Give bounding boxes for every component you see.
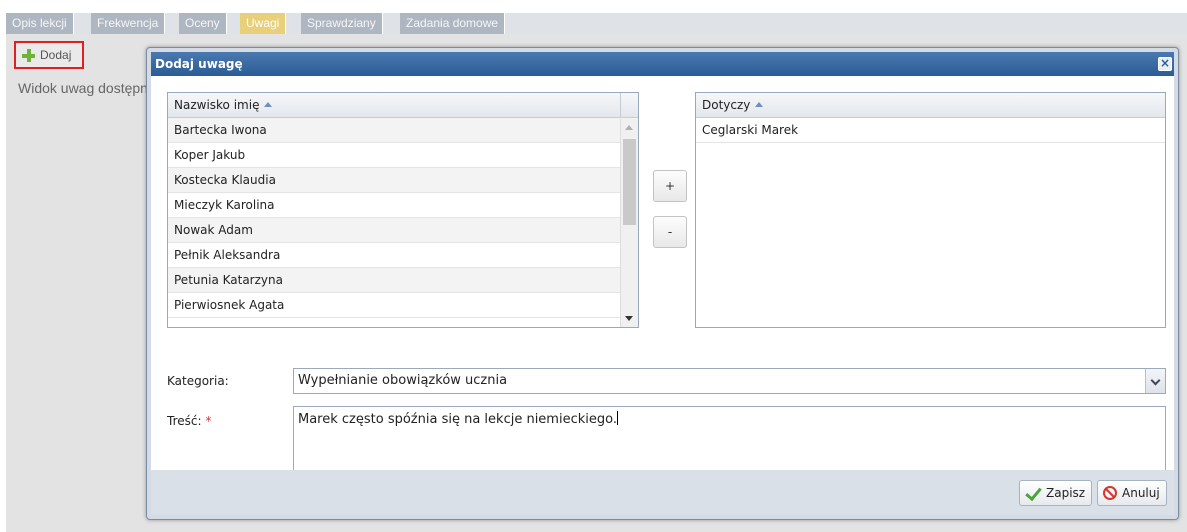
student-row[interactable]: Kostecka Klaudia [168, 168, 638, 193]
dialog-title: Dodaj uwagę [155, 57, 243, 71]
students-grid-header[interactable]: Nazwisko imię [168, 93, 638, 118]
selected-list: Ceglarski Marek [696, 118, 1165, 143]
save-button[interactable]: Zapisz [1019, 480, 1093, 506]
tab-zadania-domowe[interactable]: Zadania domowe [400, 13, 506, 34]
students-header-label: Nazwisko imię [174, 98, 260, 112]
tab-frekwencja[interactable]: Frekwencja [91, 13, 166, 34]
cancel-icon [1103, 486, 1117, 500]
tab-oceny[interactable]: Oceny [179, 13, 227, 34]
dialog-body: Nazwisko imię Bartecka Iwona Koper Jakub… [151, 76, 1174, 488]
students-scrollbar[interactable] [620, 119, 638, 327]
add-note-button[interactable]: Dodaj [14, 41, 84, 69]
content-label: Treść: * [167, 414, 211, 428]
tab-sprawdziany[interactable]: Sprawdziany [301, 13, 383, 34]
notes-view-info: Widok uwag dostępny [18, 80, 148, 96]
sort-asc-icon [755, 102, 764, 107]
student-row[interactable]: Petunia Katarzyna [168, 268, 638, 293]
chevron-down-icon[interactable] [1145, 369, 1165, 393]
category-value: Wypełnianie obowiązków ucznia [298, 373, 508, 388]
student-row[interactable]: Pierwiosnek Agata [168, 293, 638, 318]
plus-icon [22, 48, 35, 62]
student-row[interactable]: Nowak Adam [168, 218, 638, 243]
tab-opis-lekcji[interactable]: Opis lekcji [6, 13, 74, 34]
cancel-button[interactable]: Anuluj [1097, 480, 1167, 506]
student-row[interactable]: Bartecka Iwona [168, 118, 638, 143]
tab-uwagi[interactable]: Uwagi [240, 13, 287, 34]
close-icon[interactable]: × [1158, 57, 1172, 71]
save-label: Zapisz [1046, 486, 1086, 500]
selected-grid-header[interactable]: Dotyczy [696, 93, 1165, 118]
scroll-up-icon[interactable] [625, 125, 633, 130]
category-label: Kategoria: [167, 374, 229, 388]
selected-header-label: Dotyczy [702, 98, 751, 112]
dialog-header: Dodaj uwagę × [151, 52, 1174, 76]
sort-asc-icon [264, 102, 273, 107]
add-note-label: Dodaj [40, 48, 72, 62]
selected-students-grid: Dotyczy Ceglarski Marek [695, 92, 1166, 328]
content-text: Marek często spóźnia się na lekcje niemi… [298, 412, 617, 427]
content-label-text: Treść: [167, 414, 202, 428]
checkmark-icon [1025, 486, 1041, 500]
student-row[interactable]: Pełnik Aleksandra [168, 243, 638, 268]
scroll-down-icon[interactable] [625, 316, 633, 321]
category-select[interactable]: Wypełnianie obowiązków ucznia [293, 368, 1166, 394]
text-caret [616, 411, 618, 425]
student-row[interactable]: Koper Jakub [168, 143, 638, 168]
scroll-thumb[interactable] [623, 139, 636, 225]
student-row[interactable]: Mieczyk Karolina [168, 193, 638, 218]
selected-student-row[interactable]: Ceglarski Marek [696, 118, 1165, 143]
required-mark: * [205, 414, 212, 428]
cancel-label: Anuluj [1122, 486, 1160, 500]
add-student-button[interactable]: + [653, 170, 687, 202]
students-grid: Nazwisko imię Bartecka Iwona Koper Jakub… [167, 92, 639, 328]
header-spacer [620, 93, 638, 118]
students-list: Bartecka Iwona Koper Jakub Kostecka Klau… [168, 118, 638, 318]
tab-bar: Opis lekcji Frekwencja Oceny Uwagi Spraw… [0, 0, 1187, 34]
add-note-dialog: Dodaj uwagę × Nazwisko imię Bartecka Iwo… [146, 47, 1179, 520]
remove-student-button[interactable]: - [653, 216, 687, 248]
